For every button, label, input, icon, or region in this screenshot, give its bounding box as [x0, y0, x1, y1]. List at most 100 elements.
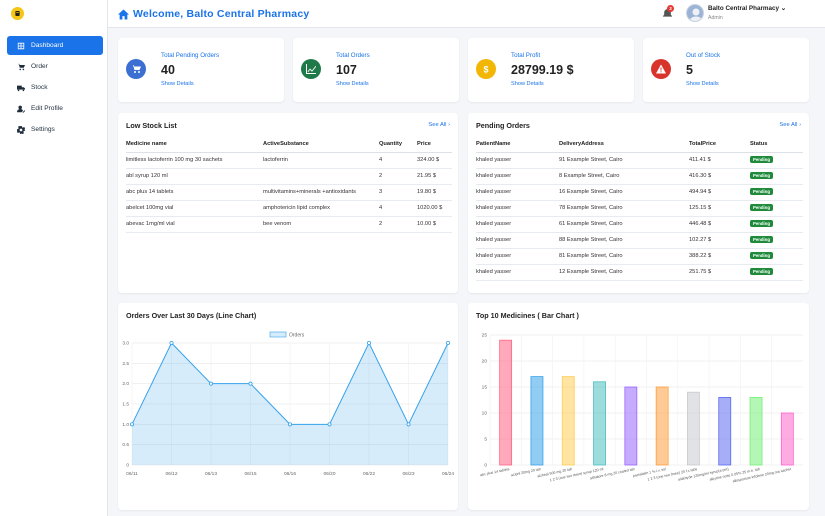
table-cell: abc plus 14 tablets	[126, 184, 263, 201]
table-cell: 8 Example Street, Cairo	[559, 168, 689, 185]
sidebar-item-stock[interactable]: Stock	[7, 78, 103, 97]
data-point[interactable]	[248, 381, 253, 386]
table-row[interactable]: khaled yasser 81 Example Street, Cairo 388…	[476, 248, 803, 265]
bar-chart-panel: Top 10 Medicines ( Bar Chart ) 0 5 10 15 20 2…	[468, 303, 809, 510]
sidebar-item-label: Dashboard	[31, 42, 64, 49]
bar[interactable]	[687, 391, 700, 466]
table-cell: 16 Example Street, Cairo	[559, 184, 689, 201]
bar[interactable]	[749, 397, 763, 466]
y-tick-label: 3.0	[122, 341, 129, 347]
bar[interactable]	[499, 339, 513, 466]
table-row[interactable]: khaled yasser 88 Example Street, Cairo 102…	[476, 232, 803, 249]
table-cell: 81 Example Street, Cairo	[559, 248, 689, 265]
stat-label: Total Orders	[336, 52, 370, 59]
panel-title: Top 10 Medicines ( Bar Chart )	[476, 311, 579, 320]
table-row[interactable]: abc plus 14 tablets multivitamins+mineral…	[126, 184, 452, 201]
status-badge: Pending	[750, 188, 773, 195]
table-row[interactable]: khaled yasser 12 Example Street, Cairo 251…	[476, 264, 803, 281]
sidebar-item-edit-profile[interactable]: Edit Profile	[7, 99, 103, 118]
sidebar-item-order[interactable]: Order	[7, 57, 103, 76]
table-row[interactable]: khaled yasser 16 Example Street, Cairo 494…	[476, 184, 803, 201]
sidebar-item-settings[interactable]: Settings	[7, 120, 103, 139]
table-cell: 388.22 $	[689, 248, 750, 265]
sidebar-nav: Dashboard Order Stock Edit Profile Setti…	[7, 36, 103, 141]
avatar[interactable]	[686, 4, 704, 22]
y-tick-label: 2.5	[122, 361, 129, 367]
x-tick-label: 06/23	[402, 471, 414, 477]
show-details-link[interactable]: Show Details	[511, 81, 544, 87]
sidebar-item-label: Stock	[31, 84, 48, 91]
user-edit-icon	[17, 105, 25, 113]
y-tick-label: 1.5	[122, 402, 129, 408]
show-details-link[interactable]: Show Details	[161, 81, 194, 87]
table-row[interactable]: limitless lactoferrin 100 mg 30 sachets l…	[126, 152, 452, 169]
x-tick-label: allosporium infolene 20mg ora sachet	[732, 467, 791, 483]
status-badge: Pending	[750, 204, 773, 211]
x-tick-label: 06/15	[244, 471, 256, 477]
home-icon	[118, 9, 129, 19]
sidebar-item-dashboard[interactable]: Dashboard	[7, 36, 103, 55]
stat-card-total-profit: $ Total Profit 28799.19 $ Show Details	[468, 38, 634, 102]
pharmacy-logo-icon[interactable]	[11, 7, 24, 20]
table-row[interactable]: khaled yasser 78 Example Street, Cairo 125…	[476, 200, 803, 217]
stat-icon-circle	[126, 59, 146, 79]
data-point[interactable]	[366, 340, 371, 345]
data-point[interactable]	[169, 340, 174, 345]
table-cell: 125.15 $	[689, 200, 750, 217]
low-stock-table: Medicine name ActiveSubstance Quantity P…	[126, 137, 452, 233]
bar[interactable]	[593, 381, 606, 466]
bar[interactable]	[655, 386, 669, 466]
table-row[interactable]: abl syrup 120 ml 2 21.95 $	[126, 168, 452, 185]
legend-label[interactable]: Orders	[289, 333, 305, 339]
show-details-link[interactable]: Show Details	[336, 81, 369, 87]
stat-label: Out of Stock	[686, 52, 721, 59]
data-point[interactable]	[445, 340, 450, 345]
data-point[interactable]	[287, 422, 292, 427]
y-tick-label: 2.0	[122, 381, 129, 387]
y-tick-label: 15	[482, 385, 488, 391]
stat-icon-circle	[651, 59, 671, 79]
table-row[interactable]: khaled yasser 91 Example Street, Cairo 411…	[476, 152, 803, 169]
bar[interactable]	[530, 376, 544, 466]
stat-icon-circle	[301, 59, 321, 79]
user-menu[interactable]: Balto Central Pharmacy ⌄	[708, 5, 786, 12]
y-tick-label: 0	[484, 463, 487, 469]
table-header-row: PatientName DeliveryAddress TotalPrice S…	[476, 137, 803, 153]
status-badge: Pending	[750, 220, 773, 227]
status-badge: Pending	[750, 252, 773, 259]
column-header: ActiveSubstance	[263, 137, 379, 153]
table-cell: 4	[379, 200, 417, 217]
data-point[interactable]	[406, 422, 411, 427]
gear-icon	[17, 125, 25, 134]
table-cell: amphotericin lipid complex	[263, 200, 379, 217]
table-row[interactable]: abelcet 100mg vial amphotericin lipid com…	[126, 200, 452, 217]
table-cell: 61 Example Street, Cairo	[559, 216, 689, 233]
data-point[interactable]	[327, 422, 332, 427]
table-cell	[263, 168, 379, 185]
bar[interactable]	[718, 397, 732, 466]
user-role: Admin	[708, 15, 723, 21]
bar[interactable]	[780, 412, 794, 466]
bar[interactable]	[624, 386, 638, 466]
table-cell: khaled yasser	[476, 232, 559, 249]
data-point[interactable]	[209, 381, 214, 386]
line-chart-panel: Orders Over Last 30 Days (Line Chart) 00…	[118, 303, 458, 510]
see-all-link[interactable]: See All ›	[779, 122, 801, 128]
chevron-right-icon: ›	[448, 122, 450, 128]
bar[interactable]	[561, 376, 575, 466]
table-row[interactable]: abevac 1mg/ml vial bee venom 2 10.00 $	[126, 216, 452, 233]
show-details-link[interactable]: Show Details	[686, 81, 719, 87]
table-cell: Pending	[750, 184, 803, 201]
see-all-link[interactable]: See All ›	[428, 122, 450, 128]
table-row[interactable]: khaled yasser 61 Example Street, Cairo 446…	[476, 216, 803, 233]
data-point[interactable]	[129, 422, 134, 427]
dollar-icon: $	[483, 65, 488, 75]
stat-value: 28799.19 $	[511, 63, 574, 77]
cart-icon	[131, 65, 141, 73]
x-tick-label: 06/16	[284, 471, 296, 477]
table-cell: 12 Example Street, Cairo	[559, 264, 689, 281]
stat-icon-circle: $	[476, 59, 496, 79]
notification-count-badge: 3	[667, 5, 674, 12]
column-header: Price	[417, 137, 452, 153]
table-row[interactable]: khaled yasser 8 Example Street, Cairo 416.…	[476, 168, 803, 185]
